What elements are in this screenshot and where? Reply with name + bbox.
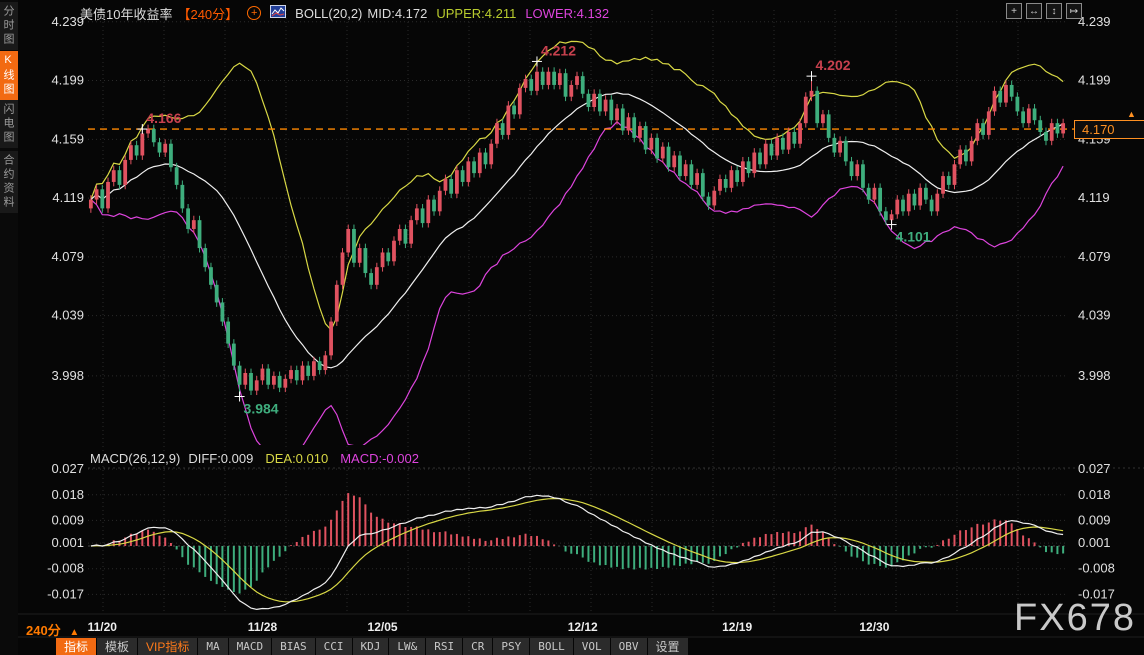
- price-annotation: 3.984: [244, 401, 279, 417]
- tab-bias[interactable]: BIAS: [272, 638, 315, 655]
- x-tick-label: 11/28: [248, 620, 278, 634]
- boll-upper-value: UPPER:4.211: [436, 6, 516, 21]
- macd-params-label: MACD(26,12,9): [90, 451, 180, 466]
- boll-label: BOLL(20,2): [295, 6, 362, 21]
- tab-indicator[interactable]: 指标: [56, 638, 96, 655]
- y-tick-label: -0.008: [1078, 561, 1115, 576]
- tab-rsi[interactable]: RSI: [426, 638, 462, 655]
- sidebar-item-flash-chart[interactable]: 闪电图: [0, 100, 18, 148]
- y-tick-label: 0.018: [51, 487, 84, 502]
- x-tick-label: 11/20: [88, 620, 118, 634]
- tab-vol[interactable]: VOL: [574, 638, 610, 655]
- watermark: FX678: [1014, 597, 1136, 640]
- chart-header: 美债10年收益率 【240分】 + BOLL(20,2) MID:4.172 U…: [80, 5, 609, 21]
- price-annotation: 4.166: [146, 110, 181, 126]
- tab-lw[interactable]: LW&: [389, 638, 425, 655]
- tab-kdj[interactable]: KDJ: [353, 638, 389, 655]
- macd-header: MACD(26,12,9) DIFF:0.009 DEA:0.010 MACD:…: [90, 451, 419, 466]
- interval-selector[interactable]: 240分 ▲: [26, 620, 79, 639]
- y-tick-label: 4.199: [1078, 73, 1111, 88]
- chart-application: 4.2394.2394.1994.1994.1594.1594.1194.119…: [0, 0, 1144, 655]
- macd-bar-value: MACD:-0.002: [340, 451, 419, 466]
- tab-cr[interactable]: CR: [463, 638, 492, 655]
- y-tick-label: 4.079: [51, 249, 84, 264]
- macd-diff-value: DIFF:0.009: [188, 451, 253, 466]
- instrument-title: 美债10年收益率: [80, 4, 172, 23]
- y-tick-label: 0.027: [1078, 461, 1111, 476]
- y-tick-label: 0.001: [51, 535, 84, 550]
- sidebar-item-contract-info[interactable]: 合约资料: [0, 151, 18, 213]
- x-tick-label: 12/12: [568, 620, 598, 634]
- chart-thumbnail-icon[interactable]: [270, 5, 286, 21]
- tab-settings[interactable]: 设置: [648, 638, 688, 655]
- circle-plus-icon[interactable]: +: [247, 6, 261, 20]
- tab-cci[interactable]: CCI: [316, 638, 352, 655]
- interval-label: 240分: [26, 623, 61, 638]
- chevron-up-icon: ▲: [69, 627, 79, 638]
- x-tick-label: 12/19: [722, 620, 752, 634]
- y-tick-label: 3.998: [1078, 368, 1111, 383]
- y-tick-label: 4.039: [1078, 308, 1111, 323]
- chart-tools: + ↔ ↕ ↦: [1006, 3, 1082, 19]
- h-scale-icon[interactable]: ↔: [1026, 3, 1042, 19]
- x-tick-label: 12/05: [368, 620, 398, 634]
- y-tick-label: 4.119: [1078, 190, 1110, 205]
- y-tick-label: 0.027: [51, 461, 84, 476]
- macd-panel: [91, 493, 1063, 609]
- y-tick-label: 4.119: [52, 190, 84, 205]
- tab-obv[interactable]: OBV: [611, 638, 647, 655]
- sidebar-item-kline-chart[interactable]: K线图: [0, 51, 18, 100]
- boll-mid-value: MID:4.172: [367, 6, 427, 21]
- sidebar-item-time-chart[interactable]: 分时图: [0, 2, 18, 50]
- y-tick-label: -0.008: [47, 561, 84, 576]
- x-tick-label: 12/30: [859, 620, 889, 634]
- y-tick-label: 4.239: [1078, 14, 1111, 29]
- candlestick-chart[interactable]: 4.2394.2394.1994.1994.1594.1594.1194.119…: [0, 0, 1144, 655]
- y-tick-label: 4.039: [51, 308, 84, 323]
- shift-right-icon[interactable]: ↦: [1066, 3, 1082, 19]
- price-annotation: 4.101: [896, 229, 931, 245]
- y-tick-label: 0.018: [1078, 487, 1111, 502]
- v-scale-icon[interactable]: ↕: [1046, 3, 1062, 19]
- boll-lower-value: LOWER:4.132: [525, 6, 609, 21]
- tab-vip-indicator[interactable]: VIP指标: [138, 638, 197, 655]
- tab-macd[interactable]: MACD: [229, 638, 272, 655]
- y-tick-label: 4.079: [1078, 249, 1111, 264]
- y-tick-label: 3.998: [51, 368, 84, 383]
- tab-template[interactable]: 模板: [97, 638, 137, 655]
- y-tick-label: 4.199: [51, 73, 84, 88]
- sidebar: 分时图 K线图 闪电图 合约资料: [0, 0, 18, 655]
- price-annotation: 4.212: [541, 42, 576, 58]
- last-price-tag: 4.170: [1074, 120, 1144, 139]
- price-annotation: 4.202: [815, 57, 850, 73]
- y-tick-label: 0.001: [1078, 535, 1111, 550]
- y-tick-label: -0.017: [47, 586, 84, 601]
- tab-boll[interactable]: BOLL: [530, 638, 573, 655]
- price-pin-icon: ▲: [1127, 109, 1136, 119]
- macd-dea-value: DEA:0.010: [265, 451, 328, 466]
- tab-psy[interactable]: PSY: [493, 638, 529, 655]
- y-tick-label: 0.009: [51, 512, 84, 527]
- y-tick-label: 0.009: [1078, 512, 1111, 527]
- move-icon[interactable]: +: [1006, 3, 1022, 19]
- indicator-toolbar: 指标 模板 VIP指标 MA MACD BIAS CCI KDJ LW& RSI…: [56, 638, 688, 655]
- y-tick-label: 4.159: [51, 131, 84, 146]
- interval-tag[interactable]: 【240分】: [177, 4, 238, 23]
- tab-ma[interactable]: MA: [198, 638, 227, 655]
